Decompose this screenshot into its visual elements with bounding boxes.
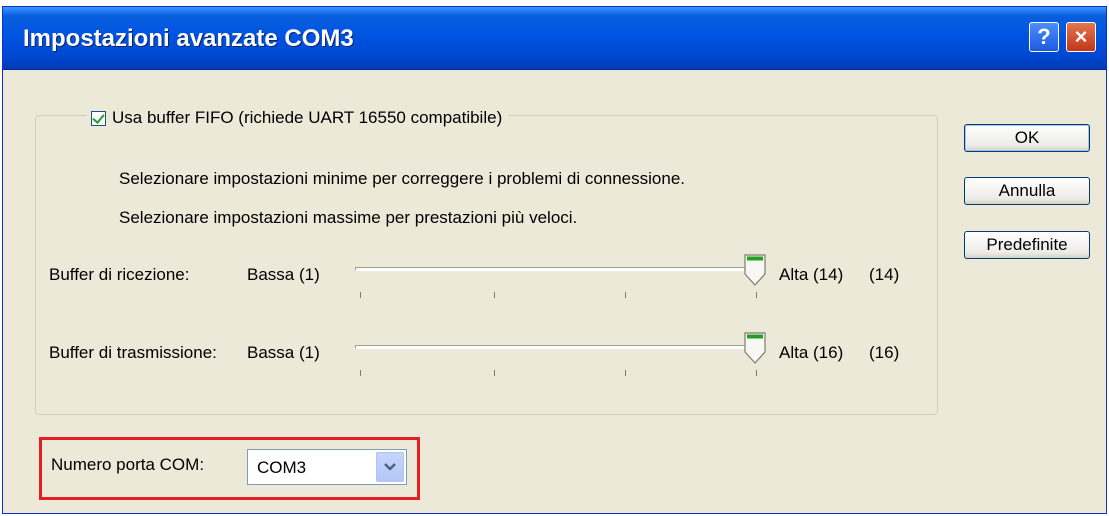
transmit-low-label: Bassa (1) (247, 343, 320, 362)
chevron-down-icon (384, 463, 396, 471)
transmit-slider-track[interactable] (355, 345, 755, 349)
hint-min-text: Selezionare impostazioni minime per corr… (119, 169, 686, 188)
dropdown-button[interactable] (376, 452, 404, 482)
com-port-value: COM3 (257, 458, 307, 477)
help-icon: ? (1037, 24, 1051, 49)
close-icon: × (1074, 24, 1088, 49)
close-button[interactable]: × (1066, 22, 1096, 52)
slider-thumb-icon (744, 332, 766, 364)
tick-mark (360, 292, 361, 298)
receive-value: (14) (869, 265, 900, 284)
com-port-select[interactable]: COM3 (247, 449, 407, 485)
receive-high-label: Alta (14) (779, 265, 844, 284)
tick-mark (625, 292, 626, 298)
receive-slider-track[interactable] (355, 267, 755, 271)
hint-max-text: Selezionare impostazioni massime per pre… (119, 208, 578, 227)
tick-mark (494, 370, 495, 376)
com-port-label: Numero porta COM: (51, 455, 205, 474)
cancel-button[interactable]: Annulla (964, 177, 1090, 205)
window-title: Impostazioni avanzate COM3 (23, 25, 354, 52)
transmit-buffer-label: Buffer di trasmissione: (49, 343, 217, 362)
dialog-window: Impostazioni avanzate COM3 ? × Usa buffe… (2, 6, 1107, 514)
slider-thumb-icon (744, 254, 766, 286)
receive-slider-thumb[interactable] (744, 254, 766, 286)
defaults-button[interactable]: Predefinite (964, 231, 1090, 259)
help-button[interactable]: ? (1029, 22, 1059, 52)
receive-buffer-label: Buffer di ricezione: (49, 265, 190, 284)
check-icon (92, 110, 105, 124)
transmit-slider-thumb[interactable] (744, 332, 766, 364)
tick-mark (360, 370, 361, 376)
transmit-high-label: Alta (16) (779, 343, 844, 362)
ok-button[interactable]: OK (964, 124, 1090, 152)
fifo-checkbox-row[interactable]: Usa buffer FIFO (richiede UART 16550 com… (87, 107, 509, 129)
tick-mark (494, 292, 495, 298)
transmit-value: (16) (869, 343, 900, 362)
tick-mark (756, 370, 757, 376)
title-bar[interactable]: Impostazioni avanzate COM3 ? × (3, 7, 1106, 70)
fifo-checkbox-label: Usa buffer FIFO (richiede UART 16550 com… (112, 108, 503, 127)
receive-low-label: Bassa (1) (247, 265, 320, 284)
tick-mark (756, 292, 757, 298)
fifo-checkbox[interactable] (91, 110, 106, 126)
tick-mark (625, 370, 626, 376)
